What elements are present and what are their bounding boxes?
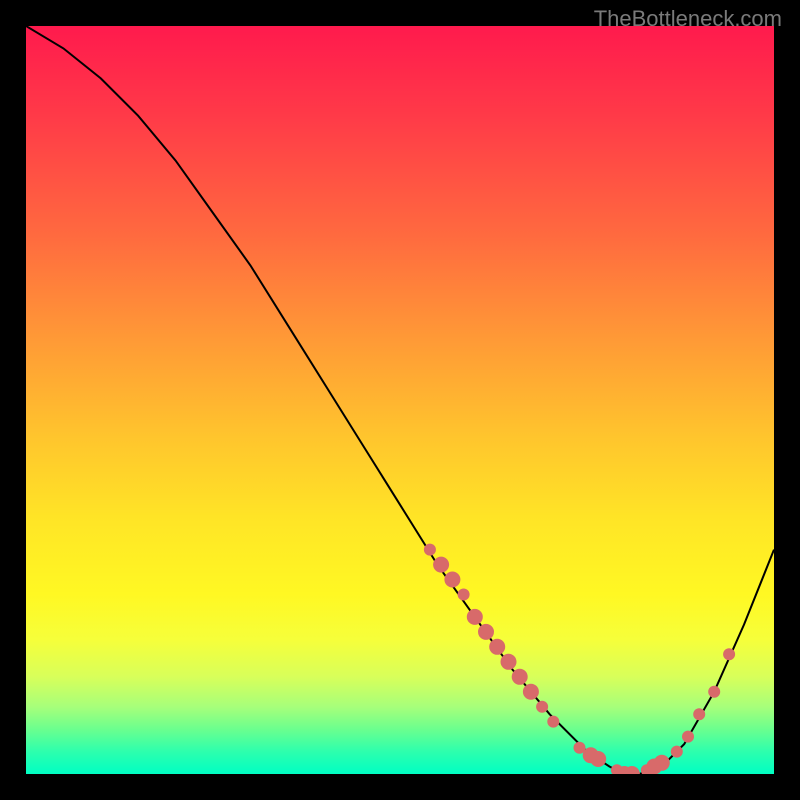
data-marker [693,708,705,720]
data-marker [708,686,720,698]
data-marker [478,624,494,640]
data-markers [424,544,735,774]
data-marker [458,589,470,601]
data-marker [590,751,606,767]
data-marker [512,669,528,685]
data-marker [654,755,670,771]
plot-area [26,26,774,774]
data-marker [424,544,436,556]
data-marker [433,557,449,573]
bottleneck-curve [26,26,774,774]
data-marker [444,572,460,588]
data-marker [723,648,735,660]
data-marker [501,654,517,670]
chart-svg [26,26,774,774]
data-marker [536,701,548,713]
data-marker [671,746,683,758]
data-marker [523,684,539,700]
data-marker [467,609,483,625]
data-marker [682,731,694,743]
data-marker [489,639,505,655]
data-marker [547,716,559,728]
watermark-text: TheBottleneck.com [594,6,782,32]
